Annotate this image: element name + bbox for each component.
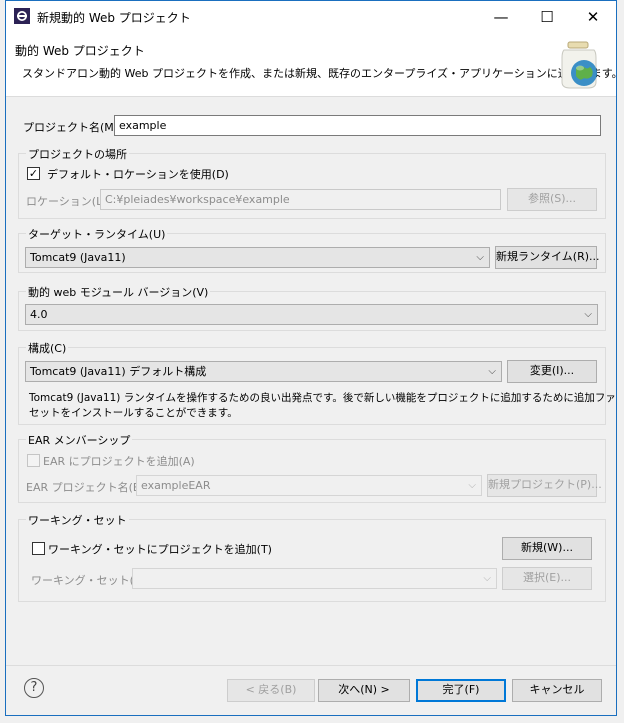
location-input[interactable]: C:¥pleiades¥workspace¥example xyxy=(100,189,501,210)
minimize-icon: — xyxy=(493,7,509,26)
configuration-legend: 構成(C) xyxy=(26,340,69,356)
page-title: 動的 Web プロジェクト xyxy=(15,44,145,58)
module-version-legend: 動的 web モジュール バージョン(V) xyxy=(26,284,211,300)
working-set-legend: ワーキング・セット xyxy=(26,512,129,528)
window-title: 新規動的 Web プロジェクト xyxy=(37,11,191,25)
ear-membership-legend: EAR メンバーシップ xyxy=(26,432,133,448)
module-version-value: 4.0 xyxy=(30,308,48,321)
configuration-value: Tomcat9 (Java11) デフォルト構成 xyxy=(30,365,207,378)
configuration-description-line2: セットをインストールすることができます。 xyxy=(29,407,238,419)
minimize-button[interactable]: — xyxy=(478,1,524,32)
next-button[interactable]: 次へ(N) > xyxy=(318,679,410,702)
use-default-location-checkbox[interactable]: ✓ xyxy=(27,167,40,180)
browse-location-button[interactable]: 参照(S)... xyxy=(507,188,597,211)
cancel-button[interactable]: キャンセル xyxy=(512,679,602,702)
target-runtime-value: Tomcat9 (Java11) xyxy=(30,251,126,264)
working-sets-select[interactable]: ⌵ xyxy=(132,568,497,589)
chevron-down-icon: ⌵ xyxy=(584,309,592,320)
finish-button[interactable]: 完了(F) xyxy=(416,679,506,702)
add-to-ear-checkbox[interactable] xyxy=(27,454,40,467)
footer-separator xyxy=(6,665,616,666)
select-working-set-button[interactable]: 選択(E)... xyxy=(502,567,592,590)
close-icon: ✕ xyxy=(586,7,600,26)
configuration-description-line1: Tomcat9 (Java11) ランタイムを操作するための良い出発点です。後で… xyxy=(29,392,616,404)
ear-project-name-label: EAR プロジェクト名(E): xyxy=(26,481,148,494)
maximize-button[interactable]: ☐ xyxy=(524,1,570,32)
title-bar: 新規動的 Web プロジェクト — ☐ ✕ xyxy=(6,1,616,32)
modify-configuration-button[interactable]: 変更(I)... xyxy=(507,360,597,383)
module-version-select[interactable]: 4.0 ⌵ xyxy=(25,304,598,325)
chevron-down-icon: ⌵ xyxy=(488,366,496,377)
chevron-down-icon: ⌵ xyxy=(483,573,491,584)
wizard-banner: 動的 Web プロジェクト スタンドアロン動的 Web プロジェクトを作成、また… xyxy=(6,32,623,97)
target-runtime-legend: ターゲット・ランタイム(U) xyxy=(26,226,168,242)
chevron-down-icon: ⌵ xyxy=(468,480,476,491)
add-to-working-set-checkbox[interactable] xyxy=(32,542,45,555)
back-button[interactable]: < 戻る(B) xyxy=(227,679,315,702)
use-default-location-label[interactable]: デフォルト・ロケーションを使用(D) xyxy=(47,166,229,182)
target-runtime-select[interactable]: Tomcat9 (Java11) ⌵ xyxy=(25,247,490,268)
new-runtime-button[interactable]: 新規ランタイム(R)... xyxy=(495,246,600,269)
new-ear-project-button[interactable]: 新規プロジェクト(P)... xyxy=(487,474,602,497)
ear-project-name-select[interactable]: exampleEAR ⌵ xyxy=(136,475,482,496)
web-project-globe-icon xyxy=(561,41,597,89)
close-button[interactable]: ✕ xyxy=(570,1,616,32)
page-description: スタンドアロン動的 Web プロジェクトを作成、または新規、既存のエンタープライ… xyxy=(22,67,623,80)
project-name-label: プロジェクト名(M): xyxy=(23,121,122,134)
location-label: ロケーション(L): xyxy=(26,195,111,208)
project-location-legend: プロジェクトの場所 xyxy=(26,146,129,162)
project-name-input[interactable]: example xyxy=(114,115,601,136)
maximize-icon: ☐ xyxy=(540,7,554,26)
help-icon[interactable]: ? xyxy=(24,678,44,698)
dialog-window: 新規動的 Web プロジェクト — ☐ ✕ 動的 Web プロジェクト スタンド… xyxy=(5,0,623,716)
chevron-down-icon: ⌵ xyxy=(476,252,484,263)
add-to-ear-label[interactable]: EAR にプロジェクトを追加(A) xyxy=(43,453,195,469)
add-to-working-set-label[interactable]: ワーキング・セットにプロジェクトを追加(T) xyxy=(48,541,272,557)
ear-project-name-value: exampleEAR xyxy=(141,479,211,492)
configuration-select[interactable]: Tomcat9 (Java11) デフォルト構成 ⌵ xyxy=(25,361,502,382)
new-working-set-button[interactable]: 新規(W)... xyxy=(502,537,592,560)
eclipse-app-icon xyxy=(14,8,30,24)
